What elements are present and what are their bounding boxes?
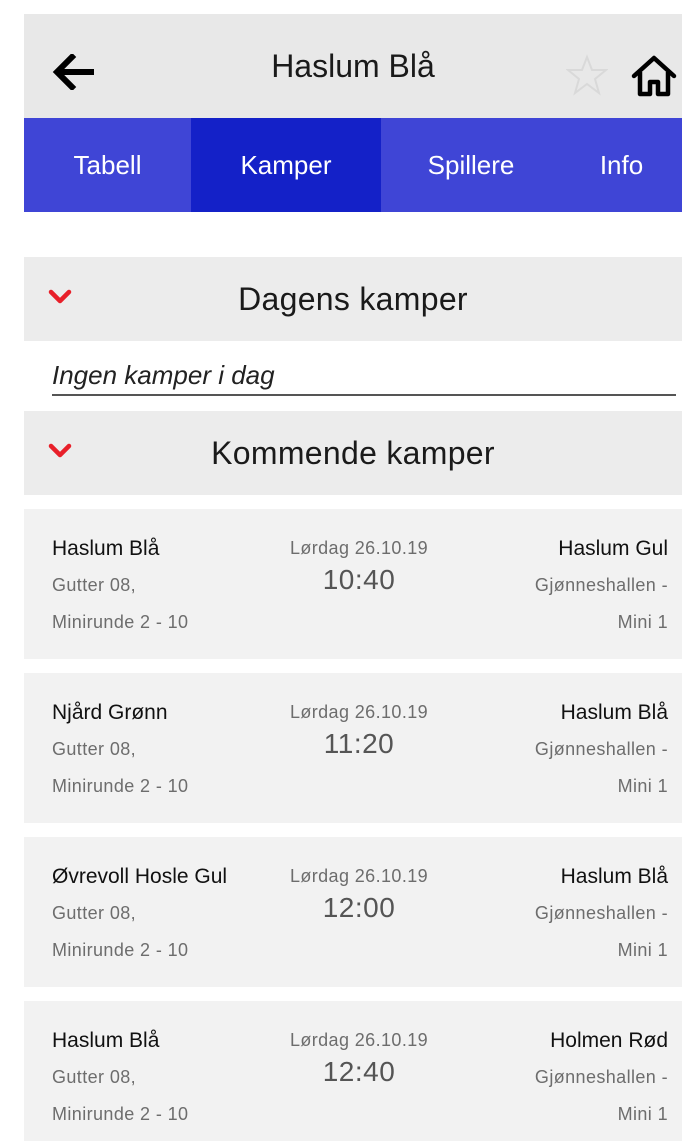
match-date: Lørdag 26.10.19 [289, 1030, 429, 1050]
match-card[interactable]: Njård Grønn Gutter 08, Minirunde 2 - 10 … [24, 673, 682, 823]
match-time: 10:40 [322, 564, 396, 595]
favorite-button[interactable] [565, 54, 609, 96]
upcoming-section-header[interactable]: Kommende kamper [24, 411, 682, 495]
app-screen: Haslum Blå Tabell Kamper Spillere Info D… [24, 14, 682, 1141]
tab-info[interactable]: Info [561, 118, 682, 212]
section-title: Kommende kamper [211, 434, 495, 471]
star-outline-icon [565, 54, 609, 96]
home-team: Haslum Blå [52, 1029, 160, 1052]
league: Gutter 08, [52, 575, 137, 595]
league-round: Minirunde 2 - 10 [52, 612, 189, 632]
venue: Gjønneshallen - [534, 739, 668, 759]
league: Gutter 08, [52, 1067, 137, 1087]
chevron-down-icon [48, 289, 72, 304]
away-team: Haslum Blå [560, 701, 668, 724]
home-team: Øvrevoll Hosle Gul [52, 865, 228, 888]
home-team: Haslum Blå [52, 537, 160, 560]
match-time: 12:00 [322, 892, 396, 923]
top-bar: Haslum Blå [24, 14, 682, 118]
league: Gutter 08, [52, 903, 137, 923]
match-card[interactable]: Haslum Blå Gutter 08, Minirunde 2 - 10 L… [24, 509, 682, 659]
away-team: Haslum Blå [560, 865, 668, 888]
venue-court: Mini 1 [617, 612, 668, 632]
match-date: Lørdag 26.10.19 [289, 866, 429, 886]
arrow-left-icon [52, 54, 94, 90]
back-button[interactable] [50, 50, 98, 94]
match-time: 12:40 [322, 1056, 396, 1087]
venue: Gjønneshallen - [534, 1067, 668, 1087]
league-round: Minirunde 2 - 10 [52, 776, 189, 796]
match-card[interactable]: Haslum Blå Gutter 08, Minirunde 2 - 10 L… [24, 1001, 682, 1141]
league-round: Minirunde 2 - 10 [52, 1104, 189, 1124]
venue-court: Mini 1 [617, 940, 668, 960]
away-team: Holmen Rød [550, 1029, 668, 1052]
match-card[interactable]: Øvrevoll Hosle Gul Gutter 08, Minirunde … [24, 837, 682, 987]
no-matches-text: Ingen kamper i dag [52, 360, 676, 396]
venue: Gjønneshallen - [534, 575, 668, 595]
tab-bar: Tabell Kamper Spillere Info [24, 118, 682, 212]
venue-court: Mini 1 [617, 776, 668, 796]
league: Gutter 08, [52, 739, 137, 759]
home-button[interactable] [630, 54, 678, 98]
today-section-header[interactable]: Dagens kamper [24, 257, 682, 341]
home-team: Njård Grønn [52, 701, 168, 724]
league-round: Minirunde 2 - 10 [52, 940, 189, 960]
tab-spillere[interactable]: Spillere [381, 118, 561, 212]
match-date: Lørdag 26.10.19 [289, 702, 429, 722]
venue-court: Mini 1 [617, 1104, 668, 1124]
section-title: Dagens kamper [238, 280, 468, 317]
tab-tabell[interactable]: Tabell [24, 118, 191, 212]
match-time: 11:20 [323, 728, 395, 759]
away-team: Haslum Gul [558, 537, 668, 560]
venue: Gjønneshallen - [534, 903, 668, 923]
match-date: Lørdag 26.10.19 [289, 538, 429, 558]
chevron-down-icon [48, 443, 72, 458]
tab-kamper[interactable]: Kamper [191, 118, 381, 212]
home-icon [631, 55, 677, 97]
